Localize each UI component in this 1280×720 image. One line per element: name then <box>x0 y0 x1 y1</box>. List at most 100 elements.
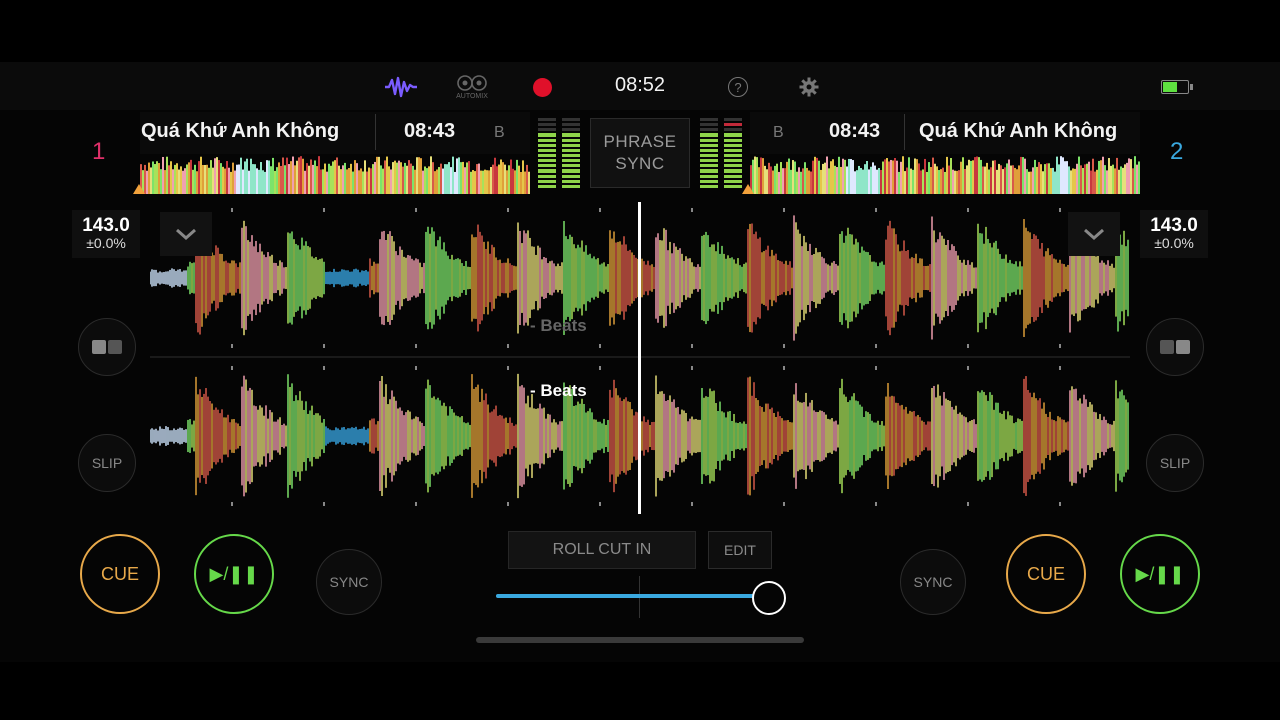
deck2-position-marker <box>742 184 754 194</box>
meter-segment <box>562 133 580 137</box>
home-indicator[interactable] <box>476 637 804 643</box>
deck1-pitch: ±0.0% <box>86 235 126 251</box>
meter-segment <box>724 174 742 178</box>
deck1-number: 1 <box>92 138 106 165</box>
deck1-beats-label: - Beats <box>530 316 587 335</box>
deck2-slip-button[interactable]: SLIP <box>1146 434 1204 492</box>
deck1-expand-button[interactable] <box>160 212 212 256</box>
meter-segment <box>724 153 742 158</box>
deck2-number: 2 <box>1170 138 1184 165</box>
deck1-overview-waveform[interactable] <box>140 156 530 194</box>
meter-segment <box>562 138 580 142</box>
deck2-play-pause-button[interactable]: ▶/❚❚ <box>1120 534 1200 614</box>
meter-segment <box>538 128 556 132</box>
deck2-key-label: B <box>773 124 784 141</box>
meter-segment <box>724 128 742 132</box>
deck1-sync-button[interactable]: SYNC <box>316 549 382 615</box>
meter-segment <box>538 138 556 142</box>
meter-segment <box>700 179 718 183</box>
meter-segment <box>700 174 718 178</box>
gear-icon <box>799 77 819 97</box>
edit-button[interactable]: EDIT <box>708 531 772 569</box>
deck1-bpm-display[interactable]: 143.0 ±0.0% <box>72 210 140 258</box>
meter-segment <box>724 184 742 188</box>
deck2-bpm-display[interactable]: 143.0 ±0.0% <box>1140 210 1208 258</box>
meter-segment <box>700 148 718 152</box>
meter-segment <box>562 179 580 183</box>
deck1-remaining-time: 08:43 <box>404 120 456 142</box>
automix-button[interactable]: AUTOMIX <box>452 72 492 102</box>
meter-segment <box>562 118 580 122</box>
meter-segment <box>724 179 742 183</box>
automix-label: AUTOMIX <box>456 93 488 100</box>
chevron-down-icon <box>176 228 196 241</box>
deck1-track-title[interactable]: Quá Khứ Anh Không <box>141 120 361 143</box>
clock-display: 08:52 <box>614 74 666 96</box>
deck2-sync-button[interactable]: SYNC <box>900 549 966 615</box>
record-button[interactable] <box>530 72 554 102</box>
deck2-cue-button[interactable]: CUE <box>1006 534 1086 614</box>
deck1-slip-button[interactable]: SLIP <box>78 434 136 492</box>
meter-segment <box>562 164 580 168</box>
meter-segment <box>538 179 556 183</box>
meter-segment <box>562 123 580 127</box>
meter-segment <box>538 133 556 137</box>
fx-mode-button[interactable]: ROLL CUT IN <box>508 531 696 569</box>
crossfader-track[interactable] <box>496 594 772 598</box>
deck1-pad-mode-button[interactable] <box>78 318 136 376</box>
waveform-icon[interactable] <box>382 72 420 102</box>
meter-segment <box>700 128 718 132</box>
meter-segment <box>562 143 580 147</box>
meter-segment <box>538 118 556 122</box>
meter-segment <box>538 184 556 188</box>
chevron-down-icon <box>1084 228 1104 241</box>
meter-segment <box>538 159 556 163</box>
phrase-sync-button[interactable]: PHRASE SYNC <box>590 118 690 188</box>
meter-segment <box>700 164 718 168</box>
meter-segment <box>724 123 742 127</box>
deck1-play-pause-button[interactable]: ▶/❚❚ <box>194 534 274 614</box>
deck2-level-meter-right <box>724 118 742 188</box>
meter-segment <box>562 128 580 132</box>
meter-segment <box>700 184 718 188</box>
deck1-cue-button[interactable]: CUE <box>80 534 160 614</box>
meter-segment <box>724 138 742 142</box>
meter-segment <box>700 143 718 147</box>
deck1-position-marker <box>133 184 145 194</box>
meter-segment <box>538 148 556 152</box>
deck2-remaining-time: 08:43 <box>829 120 881 142</box>
meter-segment <box>562 174 580 178</box>
meter-segment <box>538 123 556 127</box>
meter-segment <box>700 133 718 137</box>
meter-segment <box>700 169 718 173</box>
crossfader-knob[interactable] <box>752 581 787 615</box>
deck2-expand-button[interactable] <box>1068 212 1120 256</box>
meter-segment <box>562 153 580 158</box>
pad-mode-icon <box>92 340 122 354</box>
meter-segment <box>724 169 742 173</box>
meter-segment <box>562 159 580 163</box>
deck2-pitch: ±0.0% <box>1154 235 1194 251</box>
deck2-separator <box>904 114 905 150</box>
deck2-pad-mode-button[interactable] <box>1146 318 1204 376</box>
deck1-level-meter-left <box>538 118 556 188</box>
meter-segment <box>538 164 556 168</box>
deck1-key-label: B <box>494 124 505 141</box>
meter-segment <box>724 164 742 168</box>
deck2-track-title[interactable]: Quá Khứ Anh Không <box>919 120 1134 143</box>
help-button[interactable]: ? <box>726 72 750 102</box>
deck2-overview-waveform[interactable] <box>750 156 1140 194</box>
settings-button[interactable] <box>797 72 821 102</box>
deck2-beats-label: - Beats <box>530 381 587 400</box>
pad-mode-icon <box>1160 340 1190 354</box>
meter-segment <box>562 184 580 188</box>
deck1-separator <box>375 114 376 150</box>
meter-segment <box>700 123 718 127</box>
meter-segment <box>700 138 718 142</box>
meter-segment <box>724 143 742 147</box>
meter-segment <box>562 169 580 173</box>
automix-icon <box>457 75 487 91</box>
record-icon <box>532 77 552 97</box>
meter-segment <box>562 148 580 152</box>
meter-segment <box>700 153 718 158</box>
